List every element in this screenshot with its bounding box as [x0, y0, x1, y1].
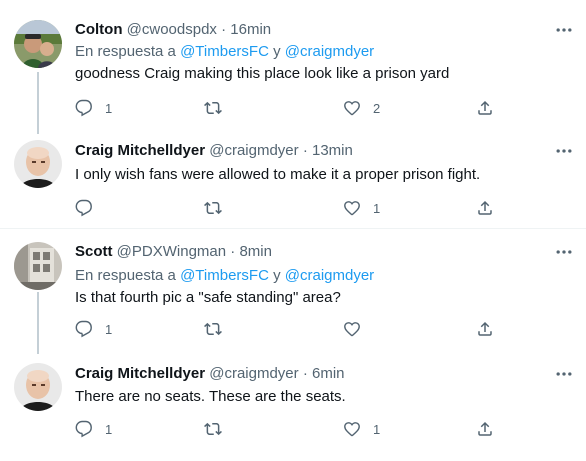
like-count: 1: [373, 200, 381, 216]
reply-conjunction: y: [273, 43, 281, 60]
reply-context: En respuesta a @TimbersFC y @craigmdyer: [75, 266, 374, 286]
reply-icon: [75, 99, 93, 117]
retweet-icon: [204, 99, 222, 117]
tweet[interactable]: Scott @PDXWingman · 8min En respuesta a …: [0, 229, 586, 349]
mention-link[interactable]: @TimbersFC: [180, 43, 269, 60]
separator-dot: ·: [302, 365, 308, 382]
tweet-header: Craig Mitchelldyer @craigmdyer · 6min: [75, 364, 345, 384]
reply-button[interactable]: 1: [75, 98, 112, 118]
retweet-button[interactable]: [204, 319, 234, 339]
like-count: 2: [373, 100, 381, 116]
tweet-text: There are no seats. These are the seats.: [75, 388, 346, 405]
author-name[interactable]: Craig Mitchelldyer: [75, 365, 205, 382]
like-button[interactable]: 2: [343, 98, 380, 118]
tweet[interactable]: Colton @cwoodspdx · 16min En respuesta a…: [0, 0, 586, 124]
like-button[interactable]: [343, 319, 373, 339]
author-handle[interactable]: @craigmdyer: [209, 142, 298, 159]
reply-button[interactable]: [75, 198, 105, 218]
author-handle[interactable]: @PDXWingman: [117, 243, 226, 260]
avatar[interactable]: [14, 242, 62, 290]
tweet-text: I only wish fans were allowed to make it…: [75, 166, 481, 183]
share-button[interactable]: [476, 419, 494, 439]
reply-prefix: En respuesta a: [75, 267, 176, 284]
share-icon: [476, 199, 494, 217]
timestamp[interactable]: 16min: [230, 21, 271, 38]
more-icon[interactable]: [554, 20, 574, 40]
reply-count: 1: [105, 421, 113, 437]
retweet-button[interactable]: [204, 198, 234, 218]
reply-count: 1: [105, 100, 113, 116]
mention-link[interactable]: @craigmdyer: [285, 267, 374, 284]
tweet-header: Scott @PDXWingman · 8min: [75, 242, 272, 262]
tweet-text: goodness Craig making this place look li…: [75, 65, 450, 82]
author-name[interactable]: Craig Mitchelldyer: [75, 142, 205, 159]
timestamp[interactable]: 6min: [312, 365, 345, 382]
avatar[interactable]: [14, 363, 62, 411]
heart-icon: [343, 199, 361, 217]
reply-conjunction: y: [273, 267, 281, 284]
timestamp[interactable]: 8min: [239, 243, 272, 260]
share-icon: [476, 99, 494, 117]
avatar[interactable]: [14, 140, 62, 188]
like-button[interactable]: 1: [343, 198, 380, 218]
share-button[interactable]: [476, 98, 494, 118]
separator-dot: ·: [221, 21, 227, 38]
separator-dot: ·: [302, 142, 308, 159]
reply-context: En respuesta a @TimbersFC y @craigmdyer: [75, 42, 374, 62]
retweet-button[interactable]: [204, 419, 234, 439]
tweet-header: Colton @cwoodspdx · 16min: [75, 20, 271, 40]
author-handle[interactable]: @cwoodspdx: [127, 21, 217, 38]
heart-icon: [343, 320, 361, 338]
reply-icon: [75, 199, 93, 217]
author-handle[interactable]: @craigmdyer: [209, 365, 298, 382]
reply-prefix: En respuesta a: [75, 43, 176, 60]
reply-count: 1: [105, 321, 113, 337]
tweet-actions: 1 1: [75, 419, 515, 439]
more-icon[interactable]: [554, 242, 574, 262]
share-icon: [476, 320, 494, 338]
separator-dot: ·: [230, 243, 236, 260]
reply-button[interactable]: 1: [75, 419, 112, 439]
heart-icon: [343, 420, 361, 438]
tweet-actions: 1: [75, 198, 515, 218]
tweet[interactable]: Craig Mitchelldyer @craigmdyer · 6min Th…: [0, 349, 586, 461]
author-name[interactable]: Scott: [75, 243, 113, 260]
retweet-button[interactable]: [204, 98, 234, 118]
retweet-icon: [204, 420, 222, 438]
like-button[interactable]: 1: [343, 419, 380, 439]
tweet-actions: 1: [75, 319, 515, 339]
retweet-icon: [204, 320, 222, 338]
reply-icon: [75, 320, 93, 338]
tweet-actions: 1 2: [75, 98, 515, 118]
share-button[interactable]: [476, 198, 494, 218]
mention-link[interactable]: @craigmdyer: [285, 43, 374, 60]
share-icon: [476, 420, 494, 438]
tweet-header: Craig Mitchelldyer @craigmdyer · 13min: [75, 141, 353, 161]
retweet-icon: [204, 199, 222, 217]
heart-icon: [343, 99, 361, 117]
reply-icon: [75, 420, 93, 438]
avatar[interactable]: [14, 20, 62, 68]
share-button[interactable]: [476, 319, 494, 339]
tweet-text: Is that fourth pic a "safe standing" are…: [75, 289, 341, 306]
tweet[interactable]: Craig Mitchelldyer @craigmdyer · 13min I…: [0, 124, 586, 228]
timestamp[interactable]: 13min: [312, 142, 353, 159]
like-count: 1: [373, 421, 381, 437]
mention-link[interactable]: @TimbersFC: [180, 267, 269, 284]
author-name[interactable]: Colton: [75, 21, 122, 38]
more-icon[interactable]: [554, 141, 574, 161]
reply-button[interactable]: 1: [75, 319, 112, 339]
more-icon[interactable]: [554, 364, 574, 384]
